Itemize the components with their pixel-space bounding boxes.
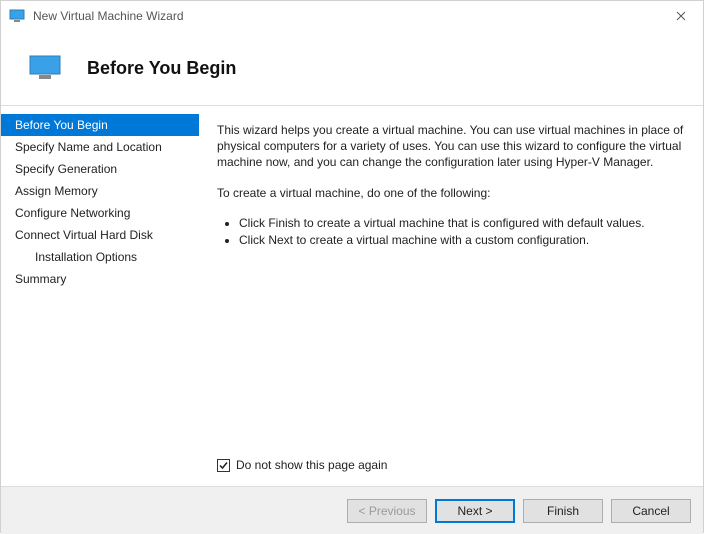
sidebar-item-installation-options[interactable]: Installation Options xyxy=(1,246,199,268)
sidebar-item-assign-memory[interactable]: Assign Memory xyxy=(1,180,199,202)
cancel-button[interactable]: Cancel xyxy=(611,499,691,523)
option-list: Click Finish to create a virtual machine… xyxy=(239,215,685,250)
finish-button[interactable]: Finish xyxy=(523,499,603,523)
sidebar-item-connect-vhd[interactable]: Connect Virtual Hard Disk xyxy=(1,224,199,246)
page-title: Before You Begin xyxy=(87,58,236,79)
wizard-body: Before You Begin Specify Name and Locati… xyxy=(1,106,703,486)
app-icon xyxy=(9,8,25,24)
wizard-footer: < Previous Next > Finish Cancel xyxy=(1,486,703,534)
titlebar: New Virtual Machine Wizard xyxy=(1,1,703,31)
sidebar-item-specify-generation[interactable]: Specify Generation xyxy=(1,158,199,180)
sidebar-item-before-you-begin[interactable]: Before You Begin xyxy=(1,114,199,136)
previous-button: < Previous xyxy=(347,499,427,523)
option-finish: Click Finish to create a virtual machine… xyxy=(239,215,685,232)
sidebar: Before You Begin Specify Name and Locati… xyxy=(1,106,199,486)
wizard-header-icon xyxy=(29,55,61,81)
instruction-text: To create a virtual machine, do one of t… xyxy=(217,185,685,201)
dont-show-again-checkbox[interactable] xyxy=(217,459,230,472)
wizard-header: Before You Begin xyxy=(1,31,703,106)
next-button[interactable]: Next > xyxy=(435,499,515,523)
dont-show-again-label: Do not show this page again xyxy=(236,458,387,472)
sidebar-item-configure-networking[interactable]: Configure Networking xyxy=(1,202,199,224)
close-button[interactable] xyxy=(658,1,703,31)
window-title: New Virtual Machine Wizard xyxy=(33,9,184,23)
content-pane: This wizard helps you create a virtual m… xyxy=(199,106,703,486)
sidebar-item-specify-name[interactable]: Specify Name and Location xyxy=(1,136,199,158)
sidebar-item-summary[interactable]: Summary xyxy=(1,268,199,290)
intro-text: This wizard helps you create a virtual m… xyxy=(217,122,685,171)
option-next: Click Next to create a virtual machine w… xyxy=(239,232,685,249)
dont-show-again-row[interactable]: Do not show this page again xyxy=(217,458,387,472)
